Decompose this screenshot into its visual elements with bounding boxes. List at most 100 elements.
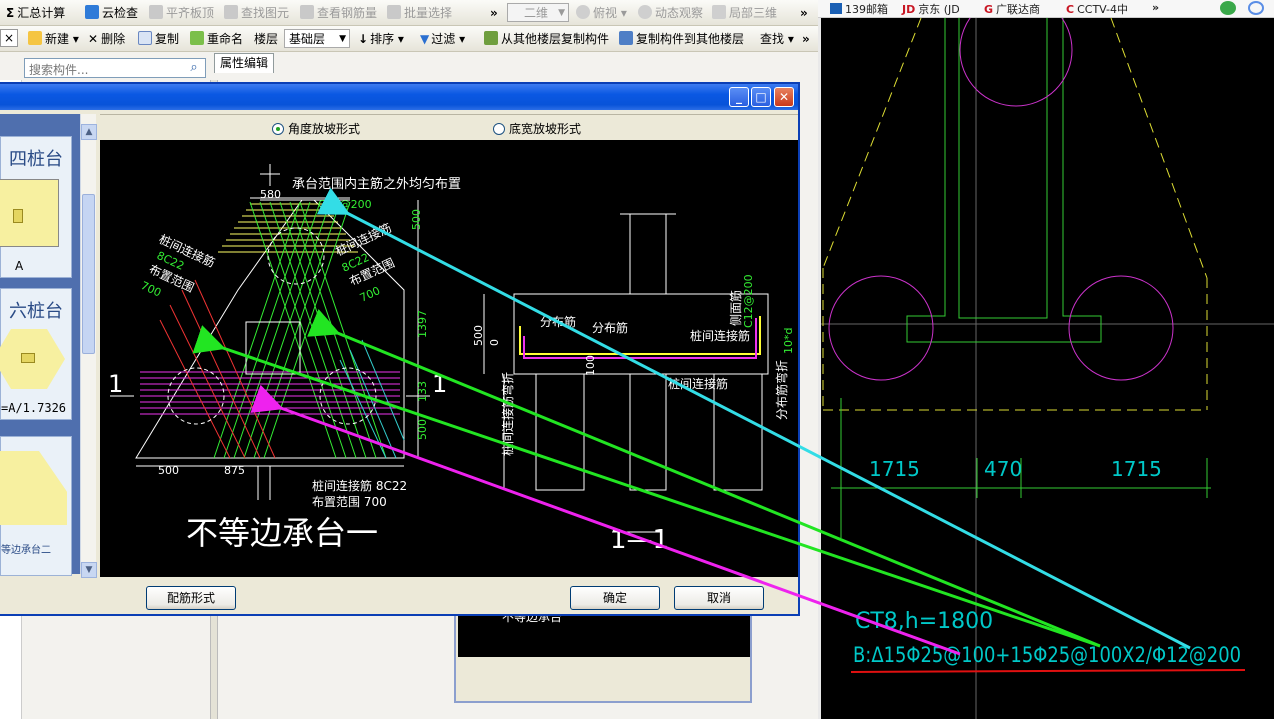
dim-bottom-500: 500	[158, 464, 179, 477]
cancel-button[interactable]: 取消	[674, 586, 764, 610]
view-rebar-icon	[300, 5, 314, 19]
section-conn-1: 桩间连接筋	[690, 328, 750, 343]
section-side: 侧面筋	[728, 290, 743, 326]
cad-pile-right	[1068, 275, 1174, 381]
copy-button[interactable]: 复制	[138, 30, 179, 48]
close-button[interactable]: ✕	[774, 87, 794, 107]
radio-width-slope[interactable]: 底宽放坡形式	[493, 120, 581, 137]
search-icon[interactable]: ⌕	[184, 59, 204, 77]
delete-button[interactable]: ✕ 删除	[88, 30, 125, 48]
floor-select[interactable]: 基础层 ▼	[284, 29, 350, 48]
find-element-button[interactable]: 查找图元	[224, 4, 289, 22]
cad-dim-1: 1715	[869, 457, 920, 481]
rename-button[interactable]: 重命名	[190, 30, 243, 48]
section-left-bend: 桩间连接筋弯折	[500, 372, 515, 456]
section-mark-right: 1	[432, 370, 447, 398]
bookmark-glodon[interactable]: G 广联达商	[984, 1, 1040, 17]
find-button[interactable]: 查找 ▾	[760, 30, 794, 48]
filter-icon: ▼	[420, 32, 430, 46]
app-window: Σ 汇总计算 云检查 平齐板顶 查找图元 查看钢筋量 批量选择 » 二维 ▼ 俯视 …	[0, 0, 818, 719]
batch-select-button[interactable]: 批量选择	[387, 4, 452, 22]
jd-icon: JD	[902, 3, 916, 16]
floor-label: 楼层	[254, 32, 279, 46]
thumb-unequal-cap-two[interactable]: 等边承台二	[0, 436, 72, 576]
rename-icon	[190, 31, 204, 45]
extension-icon[interactable]	[1248, 1, 1264, 15]
batch-select-icon	[387, 5, 401, 19]
thumb-sub: =A/1.7326	[1, 401, 67, 415]
preview-panel: 不等边承台	[454, 610, 752, 703]
close-panel-button[interactable]: ×	[0, 29, 18, 47]
maximize-button[interactable]: □	[751, 87, 771, 107]
toolbar-overflow-icon[interactable]: »	[802, 30, 810, 48]
slope-form-group: 角度放坡形式 底宽放坡形式	[100, 114, 798, 140]
cad-column	[906, 18, 1102, 343]
minimize-button[interactable]: _	[729, 87, 749, 107]
thumb-four-pile[interactable]: 四桩台 A	[0, 136, 72, 278]
ok-button[interactable]: 确定	[570, 586, 660, 610]
new-icon	[28, 31, 42, 45]
cloud-check-icon	[85, 5, 99, 19]
sort-icon: ↓	[358, 32, 369, 46]
bottom-label-2: 布置范围 700	[312, 495, 387, 509]
bookmark-139mail[interactable]: 139邮箱	[830, 1, 888, 17]
chevron-down-icon: ▼	[339, 34, 346, 44]
radio-angle-slope[interactable]: 角度放坡形式	[272, 120, 360, 137]
local-3d-button[interactable]: 局部三维	[712, 4, 777, 22]
scroll-up-icon[interactable]: ▲	[81, 124, 97, 140]
cad-pile-left	[828, 275, 934, 381]
view-rebar-button[interactable]: 查看钢筋量	[300, 4, 377, 22]
local-3d-icon	[712, 5, 726, 19]
tab-property-edit[interactable]: 属性编辑	[214, 53, 274, 73]
bookmark-jd[interactable]: JD 京东 (JD	[902, 1, 960, 17]
section-conn-2: 桩间连接筋	[668, 376, 728, 391]
copy-from-floor-button[interactable]: 从其他楼层复制构件	[484, 30, 609, 48]
thumb-pile-mark	[21, 353, 35, 363]
section-dist-2: 分布筋	[592, 320, 628, 335]
extension-icon[interactable]	[1220, 1, 1236, 15]
component-toolbar: × 新建 ▾ ✕ 删除 复制 重命名 楼层 基础层 ▼ ↓ 排序 ▾ ▼ 过滤 ▾ 从其…	[0, 26, 818, 52]
view-mode-select[interactable]: 二维 ▼	[507, 3, 569, 22]
cctv-icon: C	[1066, 3, 1075, 16]
top-rebar: C12@200	[318, 198, 372, 211]
sort-button[interactable]: ↓ 排序 ▾	[358, 30, 404, 48]
dialog-titlebar[interactable]: _ □ ✕	[0, 84, 798, 110]
section-title: 1—1	[610, 525, 669, 555]
flat-board-button[interactable]: 平齐板顶	[149, 4, 214, 22]
bottom-label-1: 桩间连接筋 8C22	[312, 478, 407, 493]
search-input[interactable]: 搜索构件...	[24, 58, 206, 78]
scroll-down-icon[interactable]: ▼	[81, 562, 97, 578]
section-500: 500	[472, 325, 485, 346]
new-button[interactable]: 新建 ▾	[28, 30, 79, 48]
thumb-six-pile[interactable]: 六桩台 =A/1.7326	[0, 288, 72, 420]
toolbar-overflow-icon[interactable]: »	[800, 4, 808, 22]
top-note: 承台范围内主筋之外均匀布置	[292, 176, 461, 192]
copy-to-floor-button[interactable]: 复制构件到其他楼层	[619, 30, 744, 48]
dynamic-view-button[interactable]: 动态观察	[638, 4, 703, 22]
cad-label-1: CT8,h=1800	[855, 609, 993, 634]
bookmark-overflow-icon[interactable]: »	[1152, 1, 1159, 14]
pile-cap-dialog: _ □ ✕ 四桩台 A 六桩台 =A/1.7326 等边承台二 ▲ ▼ 角度放坡…	[0, 82, 800, 616]
bookmark-cctv[interactable]: C CCTV-4中	[1066, 1, 1128, 17]
rebar-form-button[interactable]: 配筋形式	[146, 586, 236, 610]
copy-from-floor-icon	[484, 31, 498, 45]
section-10d: 10*d	[782, 328, 795, 354]
rebar-drawing-canvas: 580 承台范围内主筋之外均匀布置 C12@200 500 1397 133 5…	[100, 140, 798, 577]
preview-canvas: 不等边承台	[458, 610, 750, 657]
filter-button[interactable]: ▼ 过滤 ▾	[420, 30, 465, 48]
dim-500b: 500	[416, 419, 429, 440]
thumb-scrollbar[interactable]: ▲ ▼	[80, 114, 97, 578]
sum-icon: Σ	[6, 6, 15, 20]
sum-button[interactable]: Σ 汇总计算	[6, 4, 65, 22]
radio-dot	[493, 123, 505, 135]
section-side-rebar: C12@200	[742, 274, 755, 328]
flat-board-icon	[149, 5, 163, 19]
thumb-shape	[0, 179, 59, 247]
shape-thumbnail-list: 四桩台 A 六桩台 =A/1.7326 等边承台二	[0, 114, 80, 576]
scroll-thumb[interactable]	[82, 194, 95, 354]
cloud-check-button[interactable]: 云检查	[85, 4, 138, 22]
dim-500: 500	[410, 209, 423, 230]
toolbar-overflow-icon[interactable]: »	[490, 4, 498, 22]
top-view-button[interactable]: 俯视 ▾	[576, 4, 627, 22]
thumb-sub: A	[15, 259, 24, 273]
